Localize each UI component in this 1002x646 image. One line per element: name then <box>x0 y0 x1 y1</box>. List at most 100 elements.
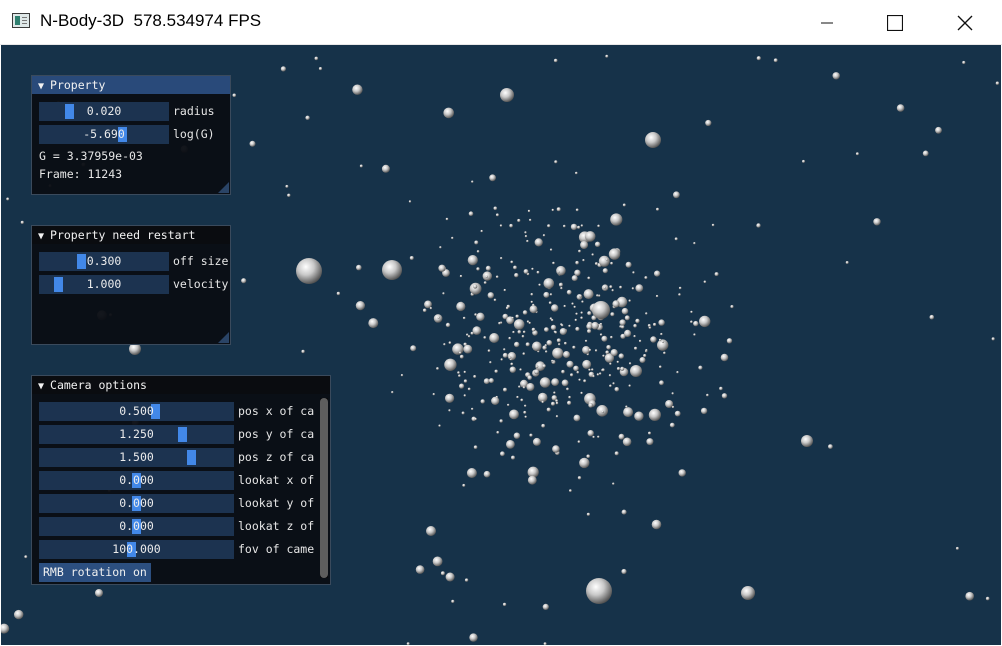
particle <box>485 265 491 271</box>
particle <box>503 288 506 292</box>
radius-slider[interactable]: 0.020 <box>39 102 169 121</box>
resize-grip[interactable] <box>218 332 229 343</box>
maximize-button[interactable] <box>872 0 918 45</box>
particle <box>605 258 609 261</box>
particle <box>583 289 594 300</box>
particle <box>483 470 491 478</box>
particle <box>594 262 598 266</box>
particle <box>584 231 596 242</box>
particle <box>495 275 499 279</box>
frame-counter: Frame: 11243 <box>39 167 123 181</box>
lookat-x-slider[interactable]: 0.000 <box>39 471 234 490</box>
particle <box>551 304 559 312</box>
particle <box>578 294 582 298</box>
particle <box>645 312 648 315</box>
lookat-z-slider[interactable]: 0.000 <box>39 517 234 536</box>
camera-pos-x-slider[interactable]: 0.500 <box>39 402 234 421</box>
particle <box>517 218 521 223</box>
particle <box>610 349 618 357</box>
particle <box>648 431 651 435</box>
window-title: N-Body-3D 578.534974 FPS <box>40 11 262 30</box>
particle <box>579 457 590 469</box>
particle <box>466 333 469 336</box>
particle <box>556 338 561 343</box>
particle <box>529 305 538 314</box>
rmb-rotation-button[interactable]: RMB rotation on <box>39 563 151 582</box>
particle <box>609 285 613 289</box>
particle <box>488 378 494 384</box>
slider-value: 1.250 <box>119 427 154 441</box>
scrollbar-thumb[interactable] <box>320 398 328 578</box>
particle <box>608 248 621 260</box>
particle <box>543 278 555 289</box>
velocity-slider[interactable]: 1.000 <box>39 275 169 294</box>
off-size-slider[interactable]: 0.300 <box>39 252 169 271</box>
particle <box>467 335 471 338</box>
particle <box>575 208 579 212</box>
log-g-value: -5.690 <box>83 127 125 141</box>
particle <box>566 360 574 368</box>
particle <box>536 270 540 274</box>
resize-grip[interactable] <box>218 182 229 193</box>
particle <box>503 387 507 392</box>
particle <box>470 331 474 335</box>
particle <box>510 260 514 264</box>
particle <box>575 326 580 332</box>
minimize-button[interactable] <box>804 0 850 45</box>
particle <box>443 107 455 119</box>
particle <box>241 278 247 284</box>
particle <box>714 272 719 277</box>
close-button[interactable] <box>942 0 988 45</box>
particle <box>461 411 465 415</box>
particle <box>730 305 734 309</box>
particle <box>665 400 674 408</box>
particle <box>573 414 581 422</box>
particle <box>476 250 480 253</box>
camera-pos-y-slider[interactable]: 1.250 <box>39 425 234 444</box>
particle <box>574 318 577 322</box>
property-panel-header[interactable]: ▼ Property <box>32 76 230 94</box>
particle <box>368 318 379 329</box>
fov-slider[interactable]: 100.000 <box>39 540 234 559</box>
camera-panel-header[interactable]: ▼ Camera options <box>32 376 330 394</box>
particle <box>474 313 477 316</box>
particle <box>612 300 620 308</box>
collapse-arrow-icon[interactable]: ▼ <box>38 81 44 92</box>
particle <box>601 335 608 342</box>
particle <box>336 291 341 296</box>
restart-panel-header[interactable]: ▼ Property need restart <box>32 226 230 244</box>
particle <box>631 287 635 290</box>
particle <box>591 321 599 330</box>
particle <box>555 399 558 403</box>
particle <box>522 330 526 334</box>
particle <box>700 407 708 415</box>
particle <box>580 241 589 249</box>
particle <box>596 405 608 417</box>
log-g-label: log(G) <box>173 127 215 141</box>
particle <box>463 370 466 374</box>
slider-label: lookat x of <box>238 473 315 487</box>
lookat-y-slider[interactable]: 0.000 <box>39 494 234 513</box>
particle <box>526 320 530 323</box>
collapse-arrow-icon[interactable]: ▼ <box>38 381 44 392</box>
particle <box>552 347 564 359</box>
particle <box>359 164 363 168</box>
particle <box>580 316 583 320</box>
particle <box>508 336 512 340</box>
particle <box>483 281 487 284</box>
particle <box>445 217 449 221</box>
log-g-slider[interactable]: -5.690 <box>39 125 169 144</box>
nbody-viewport[interactable]: ▼ Property 0.020 radius -5.690 log(G) G =… <box>1 45 1001 645</box>
particle <box>538 283 541 286</box>
particle <box>651 519 662 530</box>
particle <box>24 555 28 559</box>
particle <box>549 248 553 251</box>
particle <box>301 349 305 354</box>
particle <box>14 609 24 620</box>
collapse-arrow-icon[interactable]: ▼ <box>38 231 44 242</box>
camera-pos-z-slider[interactable]: 1.500 <box>39 448 234 467</box>
particle <box>596 294 599 297</box>
camera-panel-scrollbar[interactable] <box>320 398 328 578</box>
particle <box>466 468 477 478</box>
particle <box>566 387 569 391</box>
